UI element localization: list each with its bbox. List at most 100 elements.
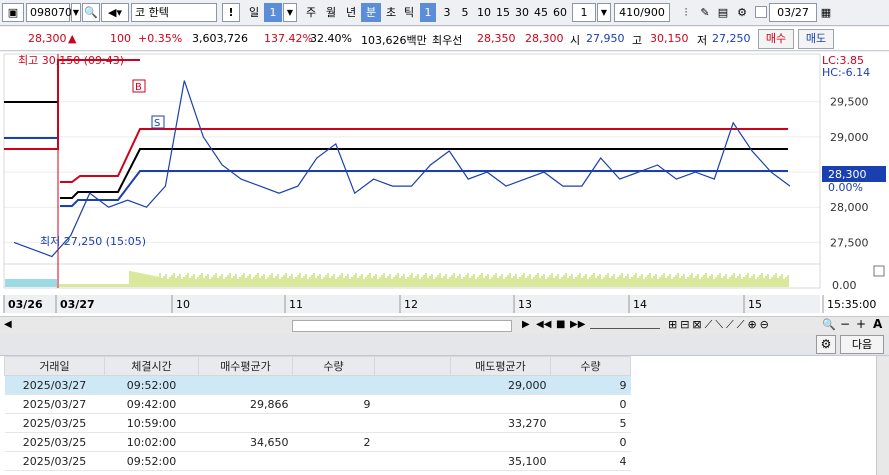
table-cell: 2 [292,432,375,452]
table-scrollbar[interactable] [876,356,889,475]
table-cell [450,432,551,452]
layout-icon[interactable]: ▣ [2,3,24,22]
period-minute[interactable]: 분 [361,3,381,22]
collapse-volume-icon[interactable] [873,265,885,277]
stock-name: 한텍 [148,6,169,19]
table-row[interactable]: 2025/03/25 10:02:00 34,650 2 0 [4,432,631,452]
table-cell: 9 [550,375,631,395]
drawing-tools-icons[interactable]: ⊞⊟⊠⟋⟍⟋⟋⊕⊖ [668,318,772,332]
table-cell: 2025/03/25 [4,451,105,471]
open-price: 27,950 [586,32,625,45]
period-year[interactable]: 년 [341,3,361,22]
minute-15[interactable]: 15 [494,3,512,22]
table-cell: 5 [550,413,631,433]
table-cell: 2025/03/25 [4,432,105,452]
stock-name-field[interactable]: 코 한텍 [131,3,217,22]
table-cell [450,394,551,414]
y-tick-label: 27,500 [830,236,869,249]
col-sell-avg: 매도평균가 [450,356,551,376]
minute-1[interactable]: 1 [420,3,436,22]
minus-icon[interactable]: − [840,317,850,331]
gear-icon[interactable]: ⚙ [733,3,751,22]
speaker-icon[interactable]: ◀▾ [101,3,129,22]
table-row[interactable]: 2025/03/25 09:52:00 35,100 4 [4,451,631,471]
minute-45[interactable]: 45 [532,3,550,22]
table-cell [292,451,375,471]
code-dropdown-icon[interactable]: ▼ [71,3,81,22]
calendar-icon[interactable]: ▦ [818,3,834,22]
interval-dropdown-icon[interactable]: ▼ [597,3,611,22]
table-cell [374,451,451,471]
table-cell: 10:02:00 [104,432,199,452]
low-price: 27,250 [712,32,751,45]
interval-input[interactable]: 1 [572,3,596,22]
x-axis-label: 15:35:00 [827,298,876,311]
panel-toolbar: ⚙ 다음 [0,334,889,356]
alert-button[interactable]: ! [222,3,240,22]
trade-amount: 103,626백만 [361,34,427,47]
period-dropdown-icon[interactable]: ▼ [283,3,297,22]
y-tick-label: 28,000 [830,201,869,214]
rewind-icon[interactable]: ◀◀ [536,319,551,330]
date-checkbox[interactable] [755,6,767,18]
stop-icon[interactable]: ■ [556,319,565,330]
sell-button[interactable]: 매도 [798,29,834,49]
table-cell: 0 [550,432,631,452]
scroll-thumb[interactable] [292,320,512,332]
scroll-left-icon[interactable]: ◀ [4,319,12,330]
search-icon[interactable]: 🔍 [82,3,100,22]
minute-5[interactable]: 5 [457,3,473,22]
minute-10[interactable]: 10 [475,3,493,22]
col-buy-qty: 수량 [292,356,375,376]
x-axis-label: 11 [289,298,303,311]
volume-tick: 0.00 [832,279,857,292]
period-month[interactable]: 월 [321,3,341,22]
period-value[interactable]: 1 [264,3,282,22]
candle-icon[interactable]: ⫶ [676,3,696,22]
period-tick[interactable]: 틱 [401,3,417,22]
date-input[interactable]: 03/27 [769,3,817,22]
up-arrow-icon: ▲ [68,32,77,45]
period-week[interactable]: 주 [301,3,321,22]
current-price-label: 28,300 [828,168,867,181]
tool-icon[interactable]: ✎ [696,3,714,22]
minute-30[interactable]: 30 [513,3,531,22]
sell-marker-label: S [154,118,160,129]
table-row[interactable]: 2025/03/25 10:59:00 33,270 5 [4,413,631,433]
table-cell: 9 [292,394,375,414]
high-label: 고 [632,34,643,47]
volume: 3,603,726 [192,32,248,45]
panel-gear-icon[interactable]: ⚙ [816,335,836,354]
minute-60[interactable]: 60 [551,3,569,22]
plus-icon[interactable]: + [856,317,866,331]
period-second[interactable]: 초 [381,3,401,22]
table-cell [374,394,451,414]
save-icon[interactable]: ▤ [714,3,732,22]
next-button[interactable]: 다음 [840,335,884,354]
fast-forward-icon[interactable]: ▶▶ [570,319,585,330]
chart-scroll-row: ◀ ▶ ◀◀ ■ ▶▶ ⊞⊟⊠⟋⟍⟋⟋⊕⊖ 🔍 − + A [0,316,889,334]
table-row[interactable]: 2025/03/27 09:42:00 29,866 9 0 [4,394,631,414]
text-tool-icon[interactable]: A [873,317,882,331]
period-day-button[interactable]: 일 [244,3,264,22]
table-cell: 29,000 [450,375,551,395]
trade-table: 거래일 체결시간 매수평균가 수량 매도평균가 수량 2025/03/27 09:… [4,356,631,471]
hc-label: HC:-6.14 [822,66,870,79]
price-chart[interactable]: 최고 30,150 (09:43) 최저 27,250 (15:05) LC:3… [0,52,889,316]
zoom-slider[interactable] [590,321,660,329]
buy-button[interactable]: 매수 [758,29,794,49]
zoom-in-icon[interactable]: 🔍 [822,318,836,331]
minute-3[interactable]: 3 [439,3,455,22]
scroll-right-icon[interactable]: ▶ [522,319,530,330]
x-axis-label: 10 [176,298,190,311]
count-field[interactable]: 410/900 [614,3,670,22]
table-header: 거래일 체결시간 매수평균가 수량 매도평균가 수량 [4,356,631,376]
table-cell: 4 [550,451,631,471]
table-cell [374,432,451,452]
lower-band-line [60,170,788,207]
stock-code-input[interactable]: 098070 [26,3,72,22]
table-cell: 09:52:00 [104,375,199,395]
table-cell [198,375,293,395]
x-axis-label: 14 [633,298,647,311]
table-row[interactable]: 2025/03/27 09:52:00 29,000 9 [4,375,631,395]
